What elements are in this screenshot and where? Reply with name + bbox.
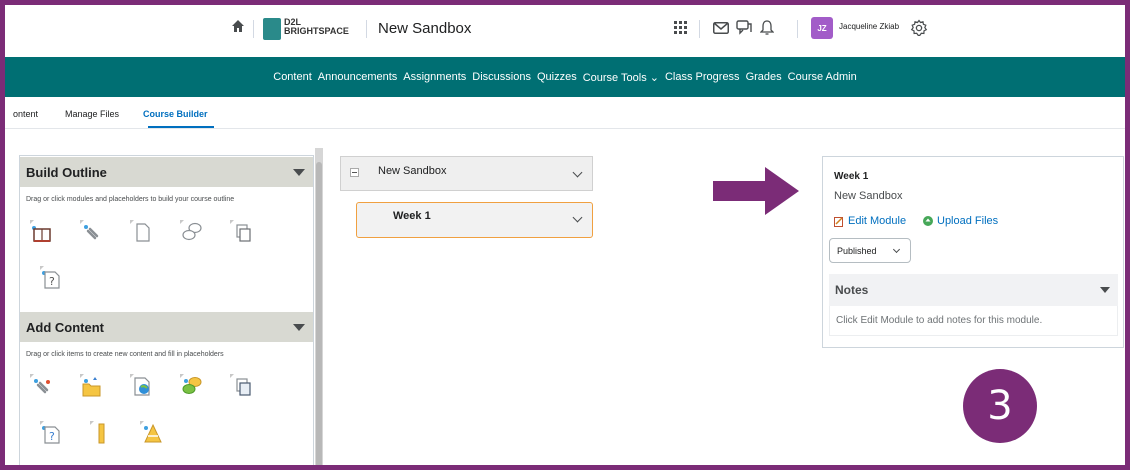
module-parent: New Sandbox [834, 190, 903, 202]
scrollbar-thumb[interactable] [316, 162, 322, 465]
nav-content[interactable]: Content [273, 71, 312, 83]
course-selector-grid-icon[interactable] [671, 18, 691, 38]
divider [699, 20, 700, 38]
build-outline-header[interactable]: Build Outline [20, 157, 313, 187]
new-survey-icon[interactable] [88, 419, 114, 445]
nav-class-progress[interactable]: Class Progress [665, 71, 740, 83]
nav-grades[interactable]: Grades [746, 71, 782, 83]
quiz-placeholder-icon[interactable]: ? [38, 264, 64, 290]
edit-icon [834, 216, 843, 227]
chevron-down-icon[interactable] [572, 167, 583, 178]
publish-status-value: Published [837, 246, 877, 256]
svg-text:?: ? [49, 275, 55, 288]
edit-module-link[interactable]: Edit Module [834, 215, 906, 227]
nav-announcements[interactable]: Announcements [318, 71, 398, 83]
collapse-minus-icon[interactable] [350, 168, 359, 177]
nav-assignments[interactable]: Assignments [403, 71, 466, 83]
new-assignment-icon[interactable] [228, 372, 254, 398]
chevron-down-icon [892, 245, 901, 254]
course-title[interactable]: New Sandbox [378, 20, 471, 37]
add-content-header[interactable]: Add Content [20, 312, 313, 342]
assignment-placeholder-icon[interactable] [228, 218, 254, 244]
logo-line-2: BRIGHTSPACE [284, 26, 349, 36]
collapse-triangle-icon[interactable] [1100, 287, 1110, 293]
edit-module-label: Edit Module [848, 215, 907, 227]
add-content-title: Add Content [26, 319, 104, 335]
notes-text: Click Edit Module to add notes for this … [829, 306, 1118, 336]
nav-quizzes[interactable]: Quizzes [537, 71, 577, 83]
outline-root-label: New Sandbox [378, 165, 447, 177]
link-placeholder-icon[interactable] [78, 218, 104, 244]
divider [797, 20, 798, 38]
divider [366, 20, 367, 38]
discussion-placeholder-icon[interactable] [178, 218, 204, 244]
notes-title: Notes [835, 283, 869, 297]
upload-files-label: Upload Files [937, 215, 999, 227]
course-navbar: Content Announcements Assignments Discus… [5, 57, 1125, 97]
divider [253, 20, 254, 38]
nav-discussions[interactable]: Discussions [472, 71, 531, 83]
subscriptions-chat-icon[interactable] [734, 18, 754, 38]
tab-manage-files[interactable]: Manage Files [65, 109, 119, 119]
upload-files-link[interactable]: Upload Files [923, 215, 998, 227]
web-page-globe-icon[interactable] [128, 372, 154, 398]
outline-module-label: Week 1 [393, 210, 431, 222]
module-details-panel: Week 1 New Sandbox Edit Module Upload Fi… [822, 156, 1124, 348]
builder-toolbox: Build Outline Drag or click modules and … [19, 155, 314, 465]
new-discussion-icon[interactable] [178, 372, 204, 398]
brightspace-logo[interactable]: D2L BRIGHTSPACE [284, 18, 349, 36]
content-tabs: ontent Manage Files Course Builder [5, 97, 1125, 129]
upload-folder-icon[interactable] [78, 372, 104, 398]
add-link-icon[interactable] [28, 372, 54, 398]
step-number-badge: 3 [963, 369, 1037, 443]
active-tab-indicator [148, 126, 214, 128]
publish-status-dropdown[interactable]: Published [829, 238, 911, 263]
nav-course-tools[interactable]: Course Tools ⌄ [583, 71, 659, 84]
build-outline-title: Build Outline [26, 164, 107, 180]
outline-module-week-1[interactable]: Week 1 [356, 202, 593, 238]
tab-course-builder[interactable]: Course Builder [143, 109, 208, 119]
new-quiz-icon[interactable]: ? [38, 419, 64, 445]
avatar[interactable]: JZ [811, 17, 833, 39]
pointer-arrow-icon [713, 167, 799, 215]
page-placeholder-icon[interactable] [128, 218, 154, 244]
tab-content[interactable]: ontent [13, 109, 38, 119]
module-title: Week 1 [834, 171, 869, 182]
user-name[interactable]: Jacqueline Zkiab [839, 22, 899, 31]
screenshot-frame: D2L BRIGHTSPACE New Sandbox JZ Jacquelin… [0, 0, 1130, 470]
gear-icon[interactable] [909, 18, 929, 38]
notification-bell-icon[interactable] [757, 18, 777, 38]
top-bar: D2L BRIGHTSPACE New Sandbox JZ Jacquelin… [5, 5, 1125, 53]
add-content-description: Drag or click items to create new conten… [26, 351, 224, 358]
new-checklist-icon[interactable] [138, 419, 164, 445]
chevron-down-icon[interactable] [572, 212, 583, 223]
build-outline-description: Drag or click modules and placeholders t… [26, 196, 235, 203]
notes-header[interactable]: Notes [829, 274, 1118, 306]
svg-text:?: ? [49, 430, 55, 443]
outline-root-node[interactable]: New Sandbox [340, 156, 593, 191]
module-book-icon[interactable] [28, 218, 54, 244]
message-envelope-icon[interactable] [711, 18, 731, 38]
upload-icon [923, 216, 933, 226]
home-icon[interactable] [231, 19, 245, 33]
nav-course-admin[interactable]: Course Admin [788, 71, 857, 83]
collapse-triangle-icon[interactable] [293, 169, 305, 176]
brightspace-logo-icon[interactable] [263, 18, 281, 40]
collapse-triangle-icon[interactable] [293, 324, 305, 331]
